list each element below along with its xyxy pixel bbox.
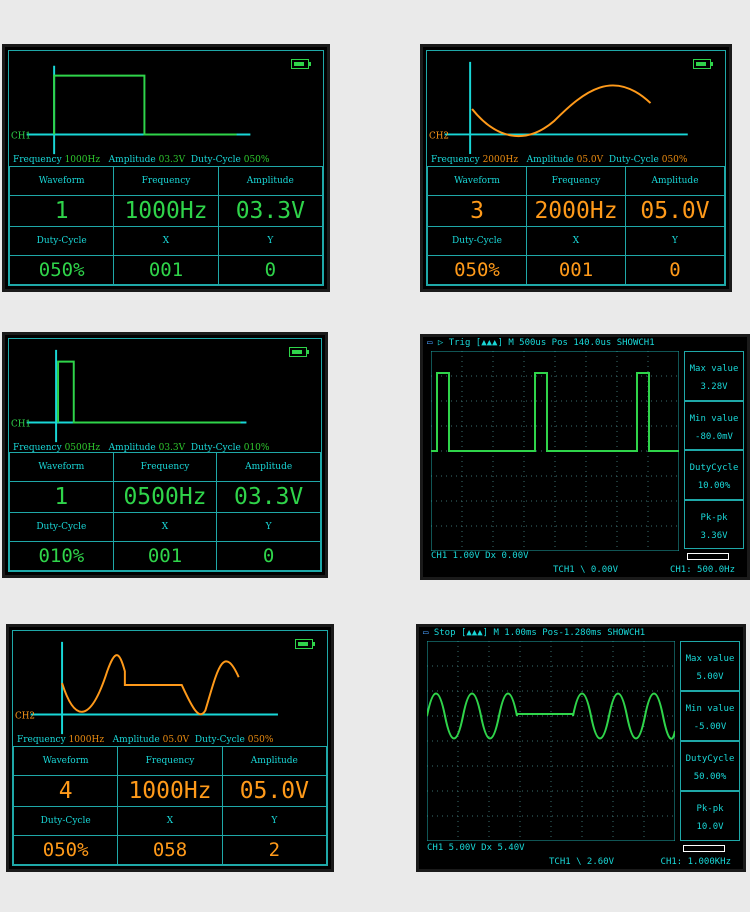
parameter-table: Waveform Frequency Amplitude 1 0500Hz 03.3V … — [9, 452, 321, 571]
scope-status-bar: ▭ Stop [▲▲▲] M 1.00ms Pos-1.280ms SHOWCH… — [423, 628, 646, 638]
screen-frame: CH2 Frequency 1000Hz Amplitude 05.0V Dut… — [12, 630, 328, 866]
y-value[interactable]: 0 — [217, 255, 324, 285]
screen-frame: CH2 Frequency 2000Hz Amplitude 05.0V Dut… — [426, 50, 726, 286]
frequency-readout: CH1: 1.000KHz — [660, 857, 731, 867]
generator-screen-2: CH2 Frequency 2000Hz Amplitude 05.0V Dut… — [420, 44, 732, 292]
frequency-readout: CH1: 500.0Hz — [669, 565, 735, 575]
waveform-preview: CH1 — [11, 349, 247, 443]
scope-plot — [427, 641, 675, 841]
svg-text:CH1: CH1 — [11, 419, 31, 429]
parameter-table: Waveform Frequency Amplitude 1 1000Hz 03.3V … — [8, 166, 324, 285]
frequency-value[interactable]: 1000Hz — [113, 195, 219, 227]
y-value[interactable]: 0 — [216, 541, 321, 571]
duty-value[interactable]: 010% — [9, 541, 114, 571]
scope-status-bar: ▭ ▷ Trig [▲▲▲] M 500us Pos 140.0us SHOWC… — [427, 338, 655, 348]
screen-frame: CH1 Frequency 1000Hz Amplitude 03.3V Dut… — [8, 50, 324, 286]
screen-frame: CH1 Frequency 0500Hz Amplitude 03.3V Dut… — [8, 338, 322, 572]
measurement-panel: Max value 5.00V Min value -5.00V DutyCycle… — [680, 641, 740, 841]
generator-screen-4: CH2 Frequency 1000Hz Amplitude 05.0V Dut… — [6, 624, 334, 872]
frequency-value[interactable]: 0500Hz — [112, 481, 218, 513]
waveform-preview: CH1 — [11, 65, 251, 155]
frequency-value[interactable]: 2000Hz — [526, 195, 626, 227]
parameter-table: Waveform Frequency Amplitude 3 2000Hz 05.0V … — [427, 166, 725, 285]
status-line: Frequency 1000Hz Amplitude 03.3V Duty-Cy… — [13, 155, 270, 165]
scope-scale: CH1 5.00V Dx 5.40V — [427, 843, 525, 853]
waveform-value[interactable]: 4 — [12, 775, 119, 807]
svg-text:CH2: CH2 — [15, 711, 35, 721]
y-value[interactable]: 2 — [221, 835, 328, 865]
svg-text:CH2: CH2 — [429, 131, 449, 141]
generator-screen-3: CH1 Frequency 0500Hz Amplitude 03.3V Dut… — [2, 332, 328, 578]
battery-icon: ▭ — [423, 628, 429, 638]
waveform-preview: CH2 — [429, 61, 688, 155]
waveform-value[interactable]: 1 — [8, 195, 115, 227]
parameter-table: Waveform Frequency Amplitude 4 1000Hz 05.0V … — [12, 746, 328, 865]
generator-screen-1: CH1 Frequency 1000Hz Amplitude 03.3V Dut… — [2, 44, 330, 292]
duty-value[interactable]: 050% — [12, 835, 119, 865]
waveform-preview: CH2 — [15, 641, 278, 735]
amplitude-value[interactable]: 05.0V — [221, 775, 328, 807]
scope-scale: CH1 1.00V Dx 0.00V — [431, 551, 529, 561]
trigger-level: TCH1 \ 0.00V — [553, 565, 619, 575]
position-slider[interactable] — [687, 553, 729, 560]
x-value[interactable]: 001 — [112, 541, 218, 571]
waveform-value[interactable]: 3 — [427, 195, 527, 227]
x-value[interactable]: 058 — [117, 835, 223, 865]
channel-label: CH1 — [11, 131, 31, 141]
oscilloscope-screen-1: ▭ ▷ Trig [▲▲▲] M 500us Pos 140.0us SHOWC… — [420, 334, 750, 580]
amplitude-value[interactable]: 05.0V — [625, 195, 725, 227]
battery-icon: ▭ — [427, 338, 433, 348]
scope-plot — [431, 351, 679, 551]
waveform-value[interactable]: 1 — [9, 481, 114, 513]
status-line: Frequency 1000Hz Amplitude 05.0V Duty-Cy… — [17, 735, 274, 745]
trigger-level: TCH1 \ 2.60V — [549, 857, 615, 867]
frequency-value[interactable]: 1000Hz — [117, 775, 223, 807]
duty-value[interactable]: 050% — [427, 255, 527, 285]
status-line: Frequency 2000Hz Amplitude 05.0V Duty-Cy… — [431, 155, 688, 165]
x-value[interactable]: 001 — [113, 255, 219, 285]
amplitude-value[interactable]: 03.3V — [216, 481, 321, 513]
x-value[interactable]: 001 — [526, 255, 626, 285]
duty-value[interactable]: 050% — [8, 255, 115, 285]
y-value[interactable]: 0 — [625, 255, 725, 285]
oscilloscope-screen-2: ▭ Stop [▲▲▲] M 1.00ms Pos-1.280ms SHOWCH… — [416, 624, 746, 872]
position-slider[interactable] — [683, 845, 725, 852]
measurement-panel: Max value 3.28V Min value -80.0mV DutyCycl… — [684, 351, 744, 549]
amplitude-value[interactable]: 03.3V — [217, 195, 324, 227]
